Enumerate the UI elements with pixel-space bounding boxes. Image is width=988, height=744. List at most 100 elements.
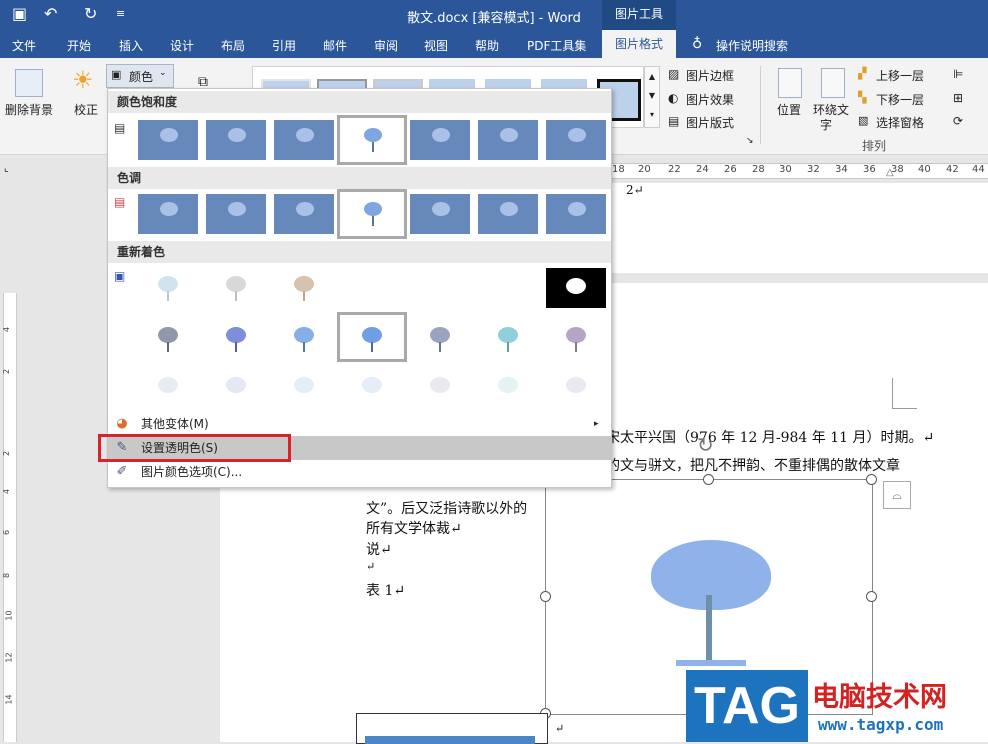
picture-layout-button[interactable]: 图片版式: [686, 114, 734, 131]
ruler-number: 28: [752, 164, 765, 175]
table-caption[interactable]: 表 1↵: [366, 580, 405, 600]
tab-selector-icon[interactable]: ⌞: [4, 163, 9, 174]
saturation-thumb[interactable]: [410, 120, 470, 160]
tab-file[interactable]: 文件: [12, 37, 36, 54]
color-dropdown[interactable]: 颜色饱和度 ▤ 色调 ▤ 重新着色 ▣ ◕ 其他变体(M) ▸ ✎ 设置透明色(…: [107, 88, 612, 488]
saturation-thumb[interactable]: [478, 120, 538, 160]
wrap-text-button-line2: 字: [820, 118, 833, 132]
ruler-number: 24: [696, 164, 709, 175]
selection-pane-button[interactable]: 选择窗格: [876, 114, 924, 131]
lightbulb-icon: ♁: [692, 36, 703, 52]
tab-review[interactable]: 审阅: [374, 37, 398, 54]
tell-me-search[interactable]: 操作说明搜索: [716, 37, 788, 54]
tone-thumb-selected[interactable]: [337, 189, 407, 239]
recolor-thumb[interactable]: [410, 367, 470, 407]
watermark-url: www.tagxp.com: [818, 715, 944, 734]
recolor-thumb-selected[interactable]: [337, 312, 407, 362]
bring-forward-button[interactable]: 上移一层: [876, 67, 924, 84]
saturation-thumb[interactable]: [138, 120, 198, 160]
ruler-number: 26: [724, 164, 737, 175]
resize-handle[interactable]: [703, 474, 714, 485]
watermark-logo: TAG: [686, 670, 808, 742]
position-button[interactable]: 位置: [777, 101, 801, 118]
body-text-line[interactable]: 宋太平兴国（976 年 12 月-984 年 11 月）时期。↵: [606, 427, 934, 447]
saturation-thumb[interactable]: [274, 120, 334, 160]
table-cell[interactable]: [356, 713, 548, 744]
ribbon-tabs: 文件 开始 插入 设计 布局 引用 邮件 审阅 视图 帮助 PDF工具集 图片格…: [0, 30, 988, 58]
recolor-thumb[interactable]: [478, 367, 538, 407]
recolor-thumb[interactable]: [138, 266, 198, 306]
tab-references[interactable]: 引用: [272, 37, 296, 54]
recolor-thumb[interactable]: [546, 367, 606, 407]
tab-design[interactable]: 设计: [170, 37, 194, 54]
recolor-thumb[interactable]: [274, 367, 334, 407]
recolor-thumb[interactable]: [206, 367, 266, 407]
picture-border-button[interactable]: 图片边框: [686, 67, 734, 84]
gallery-scroll[interactable]: ▲ ▼ ▾: [644, 66, 660, 128]
ruler-number: 18: [612, 164, 625, 175]
corrections-button[interactable]: 校正: [74, 101, 98, 118]
picture-color-options-item[interactable]: ✐ 图片颜色选项(C)...: [108, 460, 611, 484]
dialog-launcher-icon[interactable]: ↘: [746, 136, 754, 146]
resize-handle[interactable]: [866, 474, 877, 485]
ruler-number: 30: [779, 164, 792, 175]
tab-pdf-tools[interactable]: PDF工具集: [527, 37, 586, 54]
tab-layout[interactable]: 布局: [221, 37, 245, 54]
recolor-thumb[interactable]: [274, 317, 334, 357]
recolor-thumb[interactable]: [546, 317, 606, 357]
palette-icon: ◕: [116, 416, 128, 431]
tone-header: 色调: [108, 167, 611, 189]
indent-marker-icon[interactable]: △: [886, 167, 894, 178]
tone-thumb[interactable]: [274, 194, 334, 234]
rotate-handle-icon[interactable]: ↻: [697, 433, 714, 457]
remove-background-icon: [15, 69, 43, 97]
vruler-number: 2: [2, 450, 12, 457]
table-image-strip: [365, 736, 535, 744]
group-icon[interactable]: ⊞: [953, 91, 963, 105]
tone-thumb[interactable]: [138, 194, 198, 234]
body-text-line[interactable]: ↵: [555, 722, 564, 735]
tone-thumb[interactable]: [478, 194, 538, 234]
resize-handle[interactable]: [866, 591, 877, 602]
tab-picture-format[interactable]: 图片格式: [602, 30, 676, 58]
recolor-thumb[interactable]: [274, 266, 334, 306]
vruler-number: 2: [2, 368, 12, 375]
tone-thumb[interactable]: [546, 194, 606, 234]
send-backward-button[interactable]: 下移一层: [876, 91, 924, 108]
recolor-header: 重新着色: [108, 241, 611, 263]
rotate-icon[interactable]: ⟳: [953, 114, 963, 128]
ruler-number: 32: [807, 164, 820, 175]
recolor-thumb[interactable]: [546, 268, 606, 308]
body-text-line[interactable]: ↵: [366, 560, 375, 573]
body-text-line[interactable]: 的文与骈文，把凡不押韵、不重排偶的散体文章: [606, 455, 900, 475]
body-text-line[interactable]: 所有文学体裁↵: [366, 518, 462, 538]
saturation-thumb-selected[interactable]: [337, 115, 407, 165]
tab-view[interactable]: 视图: [424, 37, 448, 54]
tab-mailings[interactable]: 邮件: [323, 37, 347, 54]
saturation-thumb[interactable]: [206, 120, 266, 160]
body-text-line[interactable]: 文”。后又泛指诗歌以外的: [366, 498, 527, 518]
recolor-thumb[interactable]: [206, 317, 266, 357]
recolor-thumb[interactable]: [478, 317, 538, 357]
tab-home[interactable]: 开始: [67, 37, 91, 54]
remove-background-button[interactable]: 删除背景: [5, 101, 53, 118]
tab-help[interactable]: 帮助: [475, 37, 499, 54]
recolor-thumb[interactable]: [206, 266, 266, 306]
color-button[interactable]: ▣ 颜色 ⌄: [106, 64, 174, 88]
ruler-number: 20: [638, 164, 651, 175]
recolor-thumb[interactable]: [138, 317, 198, 357]
recolor-thumb[interactable]: [342, 367, 402, 407]
tab-insert[interactable]: 插入: [119, 37, 143, 54]
body-text-line[interactable]: 说↵: [366, 539, 392, 559]
resize-handle[interactable]: [540, 591, 551, 602]
tone-thumb[interactable]: [410, 194, 470, 234]
saturation-thumb[interactable]: [546, 120, 606, 160]
picture-effects-button[interactable]: 图片效果: [686, 91, 734, 108]
tone-thumb[interactable]: [206, 194, 266, 234]
more-variations-item[interactable]: ◕ 其他变体(M) ▸: [108, 412, 611, 436]
layout-options-icon[interactable]: ⌓: [883, 481, 911, 509]
recolor-thumb[interactable]: [138, 367, 198, 407]
align-icon[interactable]: ⊫: [953, 67, 963, 81]
picture-effects-icon: ◐: [668, 91, 679, 105]
recolor-thumb[interactable]: [410, 317, 470, 357]
